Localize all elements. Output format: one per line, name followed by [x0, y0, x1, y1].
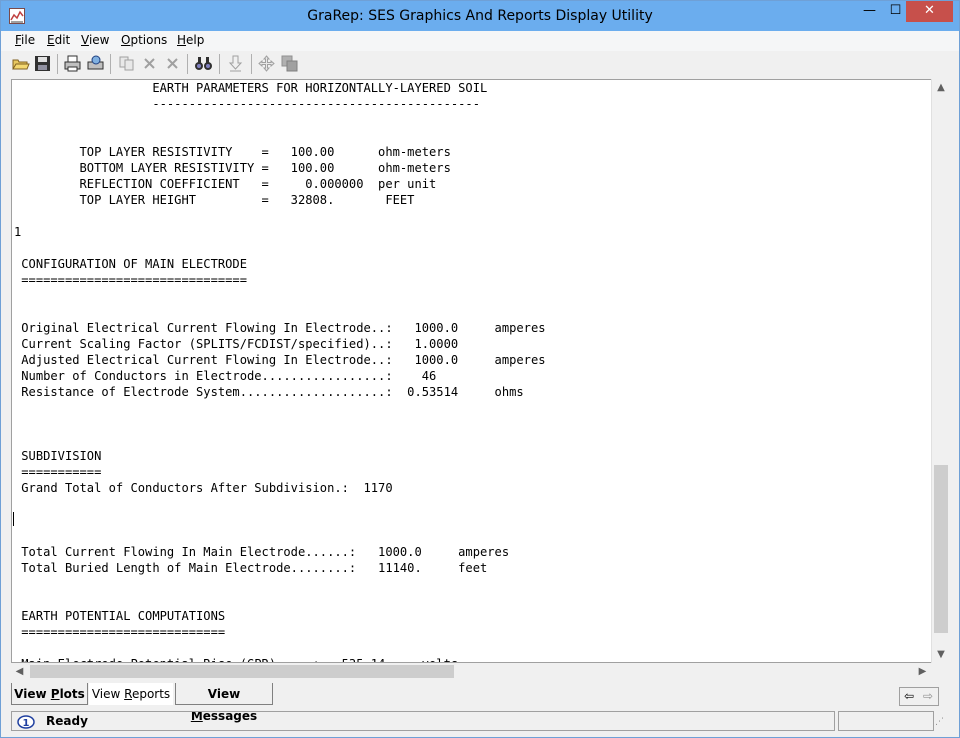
tab-view-messages[interactable]: View Messages — [175, 683, 273, 723]
report-line — [14, 576, 546, 592]
menu-options[interactable]: Options — [121, 33, 167, 47]
report-line — [14, 400, 546, 416]
report-line — [14, 112, 546, 128]
toolbar-separator — [57, 54, 58, 74]
tab-view-reports[interactable]: View Reports — [89, 683, 173, 705]
scroll-up-icon[interactable]: ▲ — [932, 79, 950, 96]
scroll-down-icon[interactable]: ▼ — [932, 646, 950, 663]
report-content: EARTH PARAMETERS FOR HORIZONTALLY-LAYERE… — [14, 80, 546, 662]
download-arrow-icon[interactable] — [226, 54, 245, 73]
arrow-right-icon[interactable]: ⇨ — [919, 688, 937, 705]
report-line: EARTH PARAMETERS FOR HORIZONTALLY-LAYERE… — [14, 81, 488, 95]
report-line — [14, 528, 546, 544]
menu-edit[interactable]: Edit — [47, 33, 70, 47]
menu-bar: File Edit View Options Help — [1, 31, 959, 51]
report-line: Number of Conductors in Electrode.......… — [14, 369, 437, 383]
resize-grip-icon[interactable]: ⋰ — [935, 717, 947, 729]
status-panel-main: 1 Ready — [11, 711, 835, 731]
report-line: 1 — [14, 225, 22, 239]
print-icon[interactable] — [63, 54, 82, 73]
report-line: Adjusted Electrical Current Flowing In E… — [14, 353, 546, 367]
scroll-right-icon[interactable]: ▶ — [914, 663, 931, 680]
report-line: ============================ — [14, 625, 226, 639]
report-line — [14, 208, 546, 224]
status-panel-secondary — [838, 711, 934, 731]
close-x-icon[interactable] — [140, 54, 159, 73]
report-line — [14, 304, 546, 320]
report-line: CONFIGURATION OF MAIN ELECTRODE — [14, 257, 247, 271]
save-icon[interactable] — [33, 54, 52, 73]
clear-x-icon[interactable] — [163, 54, 182, 73]
toolbar — [1, 51, 959, 78]
report-line — [14, 640, 546, 656]
close-button[interactable]: ✕ — [906, 1, 953, 22]
report-line: Main Electrode Potential Rise (GPR).....… — [14, 656, 546, 662]
report-line: =========== — [14, 465, 102, 479]
report-line: Resistance of Electrode System..........… — [14, 385, 524, 399]
report-line: SUBDIVISION — [14, 449, 102, 463]
window-title: GraRep: SES Graphics And Reports Display… — [307, 8, 653, 24]
menu-help[interactable]: Help — [177, 33, 204, 47]
toolbar-separator — [110, 54, 111, 74]
report-line: Total Buried Length of Main Electrode...… — [14, 561, 488, 575]
report-line: =============================== — [14, 273, 247, 287]
tab-view-plots[interactable]: View Plots — [11, 683, 88, 705]
report-line: Current Scaling Factor (SPLITS/FCDIST/sp… — [14, 337, 459, 351]
view-tabs: View Plots View Reports View Messages — [11, 683, 949, 723]
scroll-left-icon[interactable]: ◀ — [11, 663, 28, 680]
status-bar: 1 Ready ⋰ — [11, 711, 949, 733]
vertical-scroll-thumb[interactable] — [934, 465, 948, 633]
report-line — [14, 128, 546, 144]
vertical-scrollbar[interactable]: ▲ ▼ — [931, 79, 950, 663]
open-folder-icon[interactable] — [11, 54, 30, 73]
text-caret — [13, 512, 14, 526]
report-line: TOP LAYER RESISTIVITY = 100.00 ohm-meter… — [14, 145, 451, 159]
arrow-left-icon[interactable]: ⇦ — [900, 688, 918, 705]
horizontal-scrollbar[interactable]: ◀ ▶ — [11, 663, 931, 680]
layers-icon[interactable] — [280, 54, 299, 73]
toolbar-separator — [251, 54, 252, 74]
status-text: Ready — [46, 714, 88, 728]
report-line: REFLECTION COEFFICIENT = 0.000000 per un… — [14, 177, 437, 191]
menu-view[interactable]: View — [81, 33, 109, 47]
find-binoculars-icon[interactable] — [194, 54, 213, 73]
title-bar: GraRep: SES Graphics And Reports Display… — [1, 1, 959, 31]
horizontal-scroll-thumb[interactable] — [30, 665, 454, 678]
report-line — [14, 432, 546, 448]
report-line — [14, 496, 546, 512]
report-line — [14, 240, 546, 256]
report-text-area[interactable]: EARTH PARAMETERS FOR HORIZONTALLY-LAYERE… — [11, 79, 949, 663]
report-line: EARTH POTENTIAL COMPUTATIONS — [14, 609, 226, 623]
report-line — [14, 592, 546, 608]
menu-file[interactable]: File — [15, 33, 35, 47]
app-window: GraRep: SES Graphics And Reports Display… — [0, 0, 960, 738]
report-line — [14, 416, 546, 432]
report-line: BOTTOM LAYER RESISTIVITY = 100.00 ohm-me… — [14, 161, 451, 175]
report-line: TOP LAYER HEIGHT = 32808. FEET — [14, 193, 415, 207]
report-line — [14, 512, 546, 528]
minimize-button[interactable]: — — [855, 1, 884, 22]
report-line — [14, 288, 546, 304]
move-icon[interactable] — [257, 54, 276, 73]
report-line: Grand Total of Conductors After Subdivis… — [14, 481, 393, 495]
copy-icon[interactable] — [117, 54, 136, 73]
tab-navigation: ⇦ ⇨ — [899, 687, 939, 706]
report-line: ----------------------------------------… — [14, 97, 480, 111]
report-line: Original Electrical Current Flowing In E… — [14, 321, 546, 335]
print-preview-icon[interactable] — [86, 54, 105, 73]
info-number-1-icon: 1 — [17, 714, 35, 729]
report-line: Total Current Flowing In Main Electrode.… — [14, 545, 510, 559]
toolbar-separator — [187, 54, 188, 74]
svg-text:1: 1 — [23, 718, 30, 729]
toolbar-separator — [219, 54, 220, 74]
